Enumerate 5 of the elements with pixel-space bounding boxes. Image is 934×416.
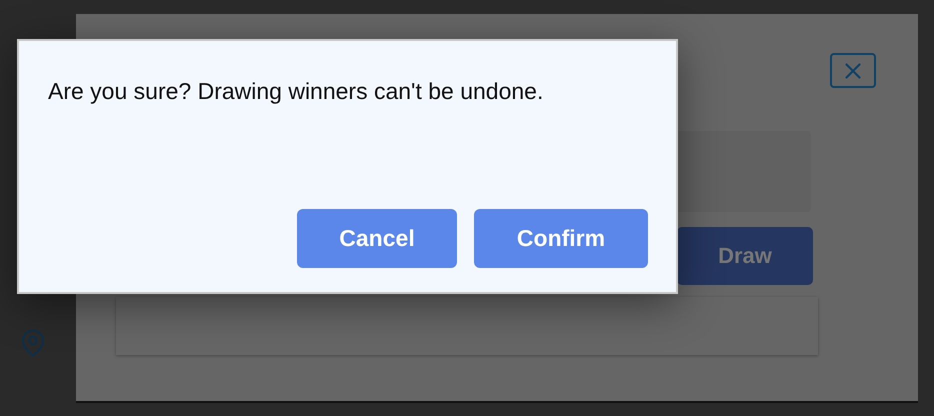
dialog-message: Are you sure? Drawing winners can't be undone.: [48, 77, 544, 106]
cancel-button[interactable]: Cancel: [297, 209, 457, 268]
draw-button[interactable]: Draw: [677, 227, 813, 285]
close-icon[interactable]: [830, 53, 876, 88]
confirm-button[interactable]: Confirm: [474, 209, 648, 268]
